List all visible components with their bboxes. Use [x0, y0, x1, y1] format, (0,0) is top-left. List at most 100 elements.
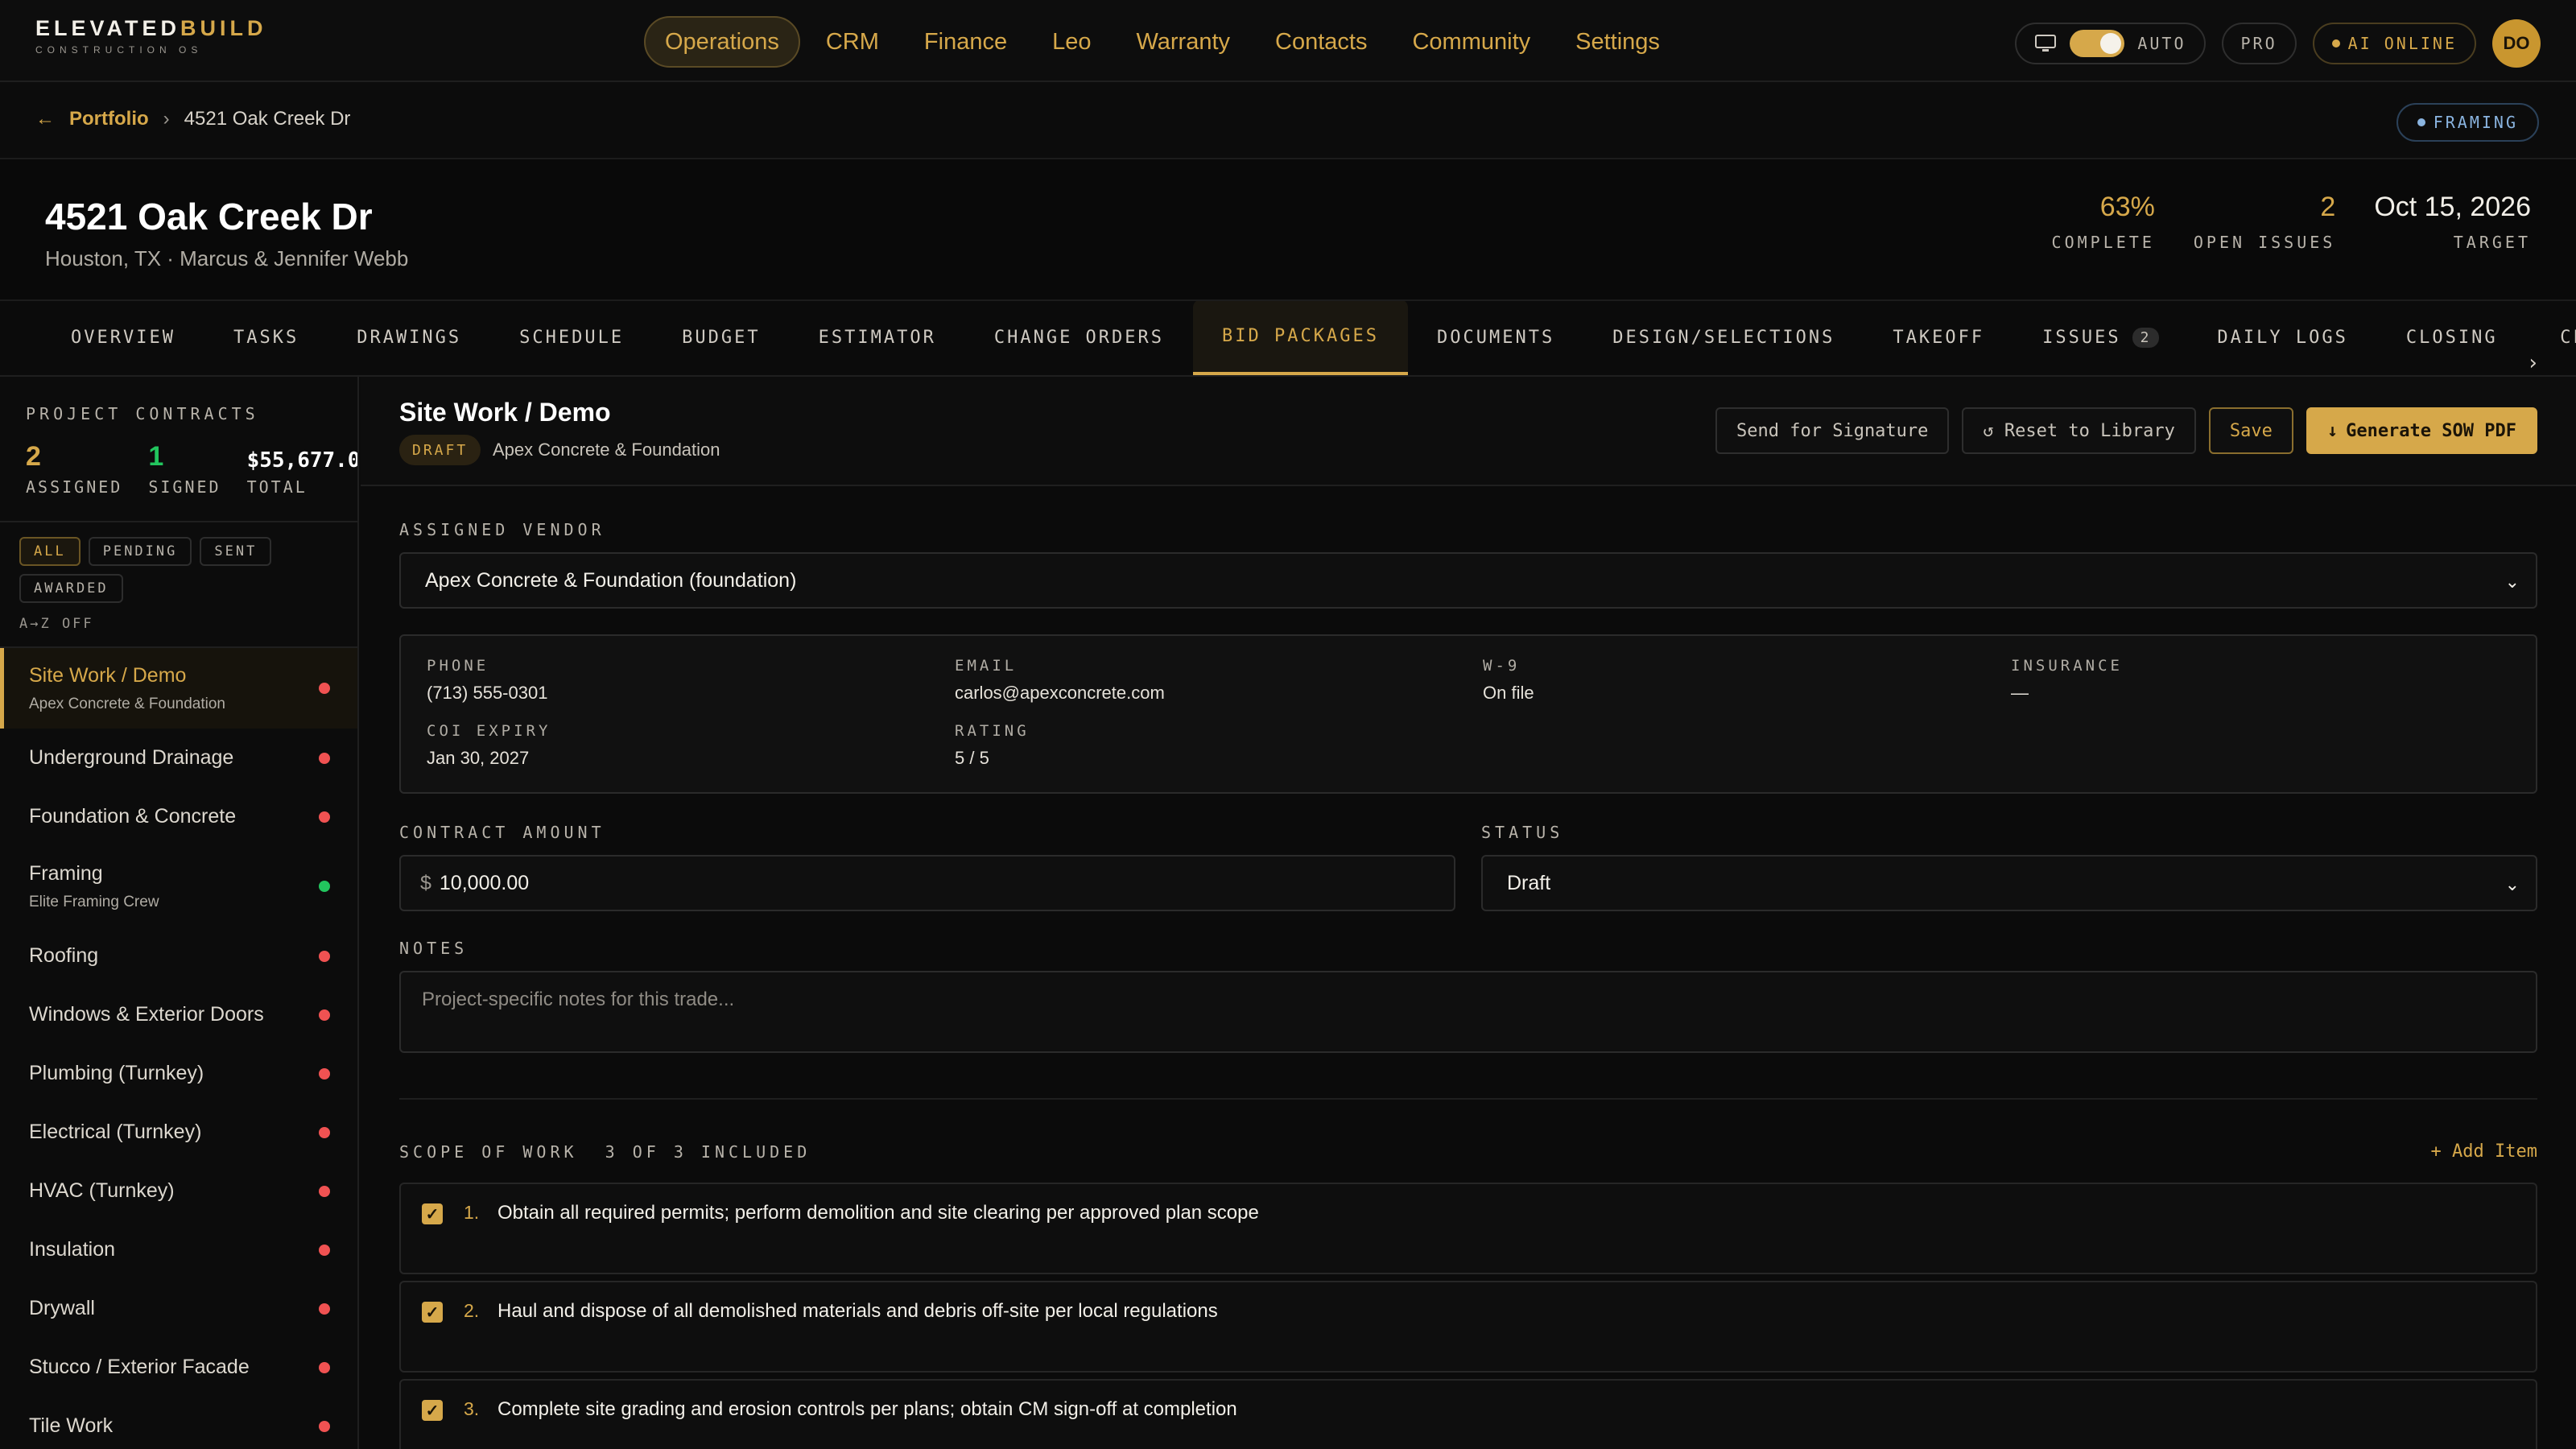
- tab-bid-packages[interactable]: BID PACKAGES: [1193, 301, 1408, 375]
- stat-open-issues-value: 2: [2320, 192, 2336, 222]
- sort-toggle[interactable]: A→Z OFF: [0, 603, 357, 632]
- sidebar-stats: 2 ASSIGNED 1 SIGNED $55,677.00 TOTAL: [0, 423, 357, 497]
- filter-all[interactable]: ALL: [19, 537, 80, 566]
- theme-toggle-group[interactable]: AUTO: [2015, 23, 2206, 64]
- list-item[interactable]: Plumbing (Turnkey): [0, 1044, 357, 1103]
- save-button[interactable]: Save: [2208, 407, 2293, 454]
- nav-warranty[interactable]: Warranty: [1117, 16, 1249, 68]
- vendor-insurance-value: —: [2011, 683, 2029, 703]
- list-item[interactable]: Insulation: [0, 1220, 357, 1279]
- tab-drawings[interactable]: DRAWINGS: [328, 301, 490, 375]
- list-item-title: Drywall: [29, 1297, 95, 1319]
- user-avatar[interactable]: DO: [2492, 19, 2541, 68]
- tab-estimator[interactable]: ESTIMATOR: [790, 301, 965, 375]
- nav-contacts[interactable]: Contacts: [1256, 16, 1386, 68]
- contract-amount-input[interactable]: $ 10,000.00: [399, 855, 1455, 911]
- list-item[interactable]: Framing Elite Framing Crew: [0, 846, 357, 927]
- tab-daily-logs[interactable]: DAILY LOGS: [2188, 301, 2376, 375]
- nav-finance[interactable]: Finance: [905, 16, 1026, 68]
- back-arrow-icon[interactable]: ←: [35, 108, 55, 130]
- list-item-title: Site Work / Demo: [29, 663, 187, 687]
- status-select[interactable]: Draft ⌄: [1481, 855, 2537, 911]
- tab-client[interactable]: CLIEN: [2544, 301, 2576, 375]
- pro-badge[interactable]: PRO: [2221, 23, 2297, 64]
- tab-design-selections[interactable]: DESIGN/SELECTIONS: [1583, 301, 1864, 375]
- list-item-vendor: Elite Framing Crew: [29, 893, 159, 910]
- nav-community[interactable]: Community: [1393, 16, 1550, 68]
- scope-item[interactable]: ✓ 2. Haul and dispose of all demolished …: [399, 1281, 2537, 1373]
- status-dot: [319, 811, 330, 823]
- vendor-rating: RATING 5 / 5: [955, 722, 1030, 769]
- sidebar-stat-assigned: 2 ASSIGNED: [26, 441, 122, 497]
- reset-to-library-button[interactable]: ↺ Reset to Library: [1962, 407, 2196, 454]
- nav-crm[interactable]: CRM: [807, 16, 898, 68]
- tab-overview[interactable]: OVERVIEW: [42, 301, 204, 375]
- detail-title: Site Work / Demo: [399, 398, 611, 427]
- vendor-insurance-label: INSURANCE: [2011, 657, 2123, 675]
- list-item[interactable]: Stucco / Exterior Facade: [0, 1338, 357, 1397]
- nav-leo[interactable]: Leo: [1033, 16, 1110, 68]
- scope-item-text[interactable]: Obtain all required permits; perform dem…: [497, 1202, 1259, 1224]
- status-dot: [319, 1244, 330, 1256]
- tab-budget[interactable]: BUDGET: [653, 301, 789, 375]
- ai-status[interactable]: AI ONLINE: [2312, 23, 2476, 64]
- tab-issues[interactable]: ISSUES 2: [2013, 301, 2188, 375]
- sidebar-heading: PROJECT CONTRACTS: [26, 404, 259, 423]
- tab-change-orders[interactable]: CHANGE ORDERS: [965, 301, 1193, 375]
- scope-label: SCOPE OF WORK: [399, 1141, 578, 1162]
- tab-tasks[interactable]: TASKS: [204, 301, 328, 375]
- status-dot: [319, 1009, 330, 1021]
- list-item[interactable]: Electrical (Turnkey): [0, 1103, 357, 1162]
- scope-item[interactable]: ✓ 3. Complete site grading and erosion c…: [399, 1379, 2537, 1449]
- signed-label: SIGNED: [148, 477, 221, 497]
- auto-toggle[interactable]: [2070, 30, 2125, 57]
- list-item-title: Stucco / Exterior Facade: [29, 1356, 250, 1378]
- list-item[interactable]: HVAC (Turnkey): [0, 1162, 357, 1220]
- nav-settings[interactable]: Settings: [1556, 16, 1679, 68]
- tab-takeoff[interactable]: TAKEOFF: [1864, 301, 2013, 375]
- list-item[interactable]: Drywall: [0, 1279, 357, 1338]
- notes-textarea[interactable]: Project-specific notes for this trade...: [399, 971, 2537, 1053]
- brand-name-a: ELEVATED: [35, 16, 181, 40]
- filter-group: ALL PENDING SENT AWARDED: [0, 522, 322, 603]
- currency-symbol: $: [420, 871, 431, 894]
- scope-checkbox[interactable]: ✓: [422, 1400, 443, 1421]
- total-value: $55,677.00: [246, 448, 359, 473]
- brand-logo[interactable]: ELEVATEDBUILD CONSTRUCTION OS: [35, 16, 267, 56]
- vendor-email-value[interactable]: carlos@apexconcrete.com: [955, 683, 1165, 704]
- scope-item-text[interactable]: Haul and dispose of all demolished mater…: [497, 1300, 1218, 1323]
- generate-sow-pdf-button[interactable]: ↓ Generate SOW PDF: [2306, 407, 2537, 454]
- scope-item-text[interactable]: Complete site grading and erosion contro…: [497, 1398, 1237, 1421]
- vendor-email-label: EMAIL: [955, 657, 1018, 675]
- list-item-title: Electrical (Turnkey): [29, 1121, 202, 1143]
- filter-awarded[interactable]: AWARDED: [19, 574, 123, 603]
- send-for-signature-button[interactable]: Send for Signature: [1715, 407, 1950, 454]
- list-item[interactable]: Windows & Exterior Doors: [0, 985, 357, 1044]
- tab-schedule[interactable]: SCHEDULE: [490, 301, 653, 375]
- add-item-button[interactable]: + Add Item: [2431, 1141, 2537, 1162]
- tabs-scroll-right-icon[interactable]: ›: [2527, 351, 2545, 375]
- breadcrumb-portfolio[interactable]: Portfolio: [69, 108, 149, 130]
- list-item[interactable]: Underground Drainage: [0, 729, 357, 787]
- vendor-email: EMAIL carlos@apexconcrete.com: [955, 657, 1165, 704]
- vendor-rating-label: RATING: [955, 722, 1030, 740]
- contract-amount-label: CONTRACT AMOUNT: [399, 823, 605, 842]
- list-item-title: Underground Drainage: [29, 746, 234, 769]
- scope-checkbox[interactable]: ✓: [422, 1302, 443, 1323]
- filter-pending[interactable]: PENDING: [88, 537, 192, 566]
- bid-package-detail: Site Work / Demo DRAFT Apex Concrete & F…: [361, 377, 2576, 1449]
- assigned-vendor-select[interactable]: Apex Concrete & Foundation (foundation) …: [399, 552, 2537, 609]
- list-item[interactable]: Roofing: [0, 927, 357, 985]
- list-item[interactable]: Tile Work: [0, 1397, 357, 1449]
- project-stats: 63% COMPLETE 2 OPEN ISSUES Oct 15, 2026 …: [2052, 192, 2531, 252]
- filter-sent[interactable]: SENT: [200, 537, 272, 566]
- list-item[interactable]: Site Work / Demo Apex Concrete & Foundat…: [0, 648, 357, 729]
- tab-documents[interactable]: DOCUMENTS: [1408, 301, 1583, 375]
- scope-checkbox[interactable]: ✓: [422, 1203, 443, 1224]
- list-item[interactable]: Foundation & Concrete: [0, 787, 357, 846]
- list-item-title: Insulation: [29, 1238, 116, 1261]
- nav-operations[interactable]: Operations: [644, 16, 800, 68]
- scope-item[interactable]: ✓ 1. Obtain all required permits; perfor…: [399, 1183, 2537, 1274]
- vendor-w9-value: On file: [1483, 683, 1534, 703]
- tab-closing[interactable]: CLOSING: [2377, 301, 2527, 375]
